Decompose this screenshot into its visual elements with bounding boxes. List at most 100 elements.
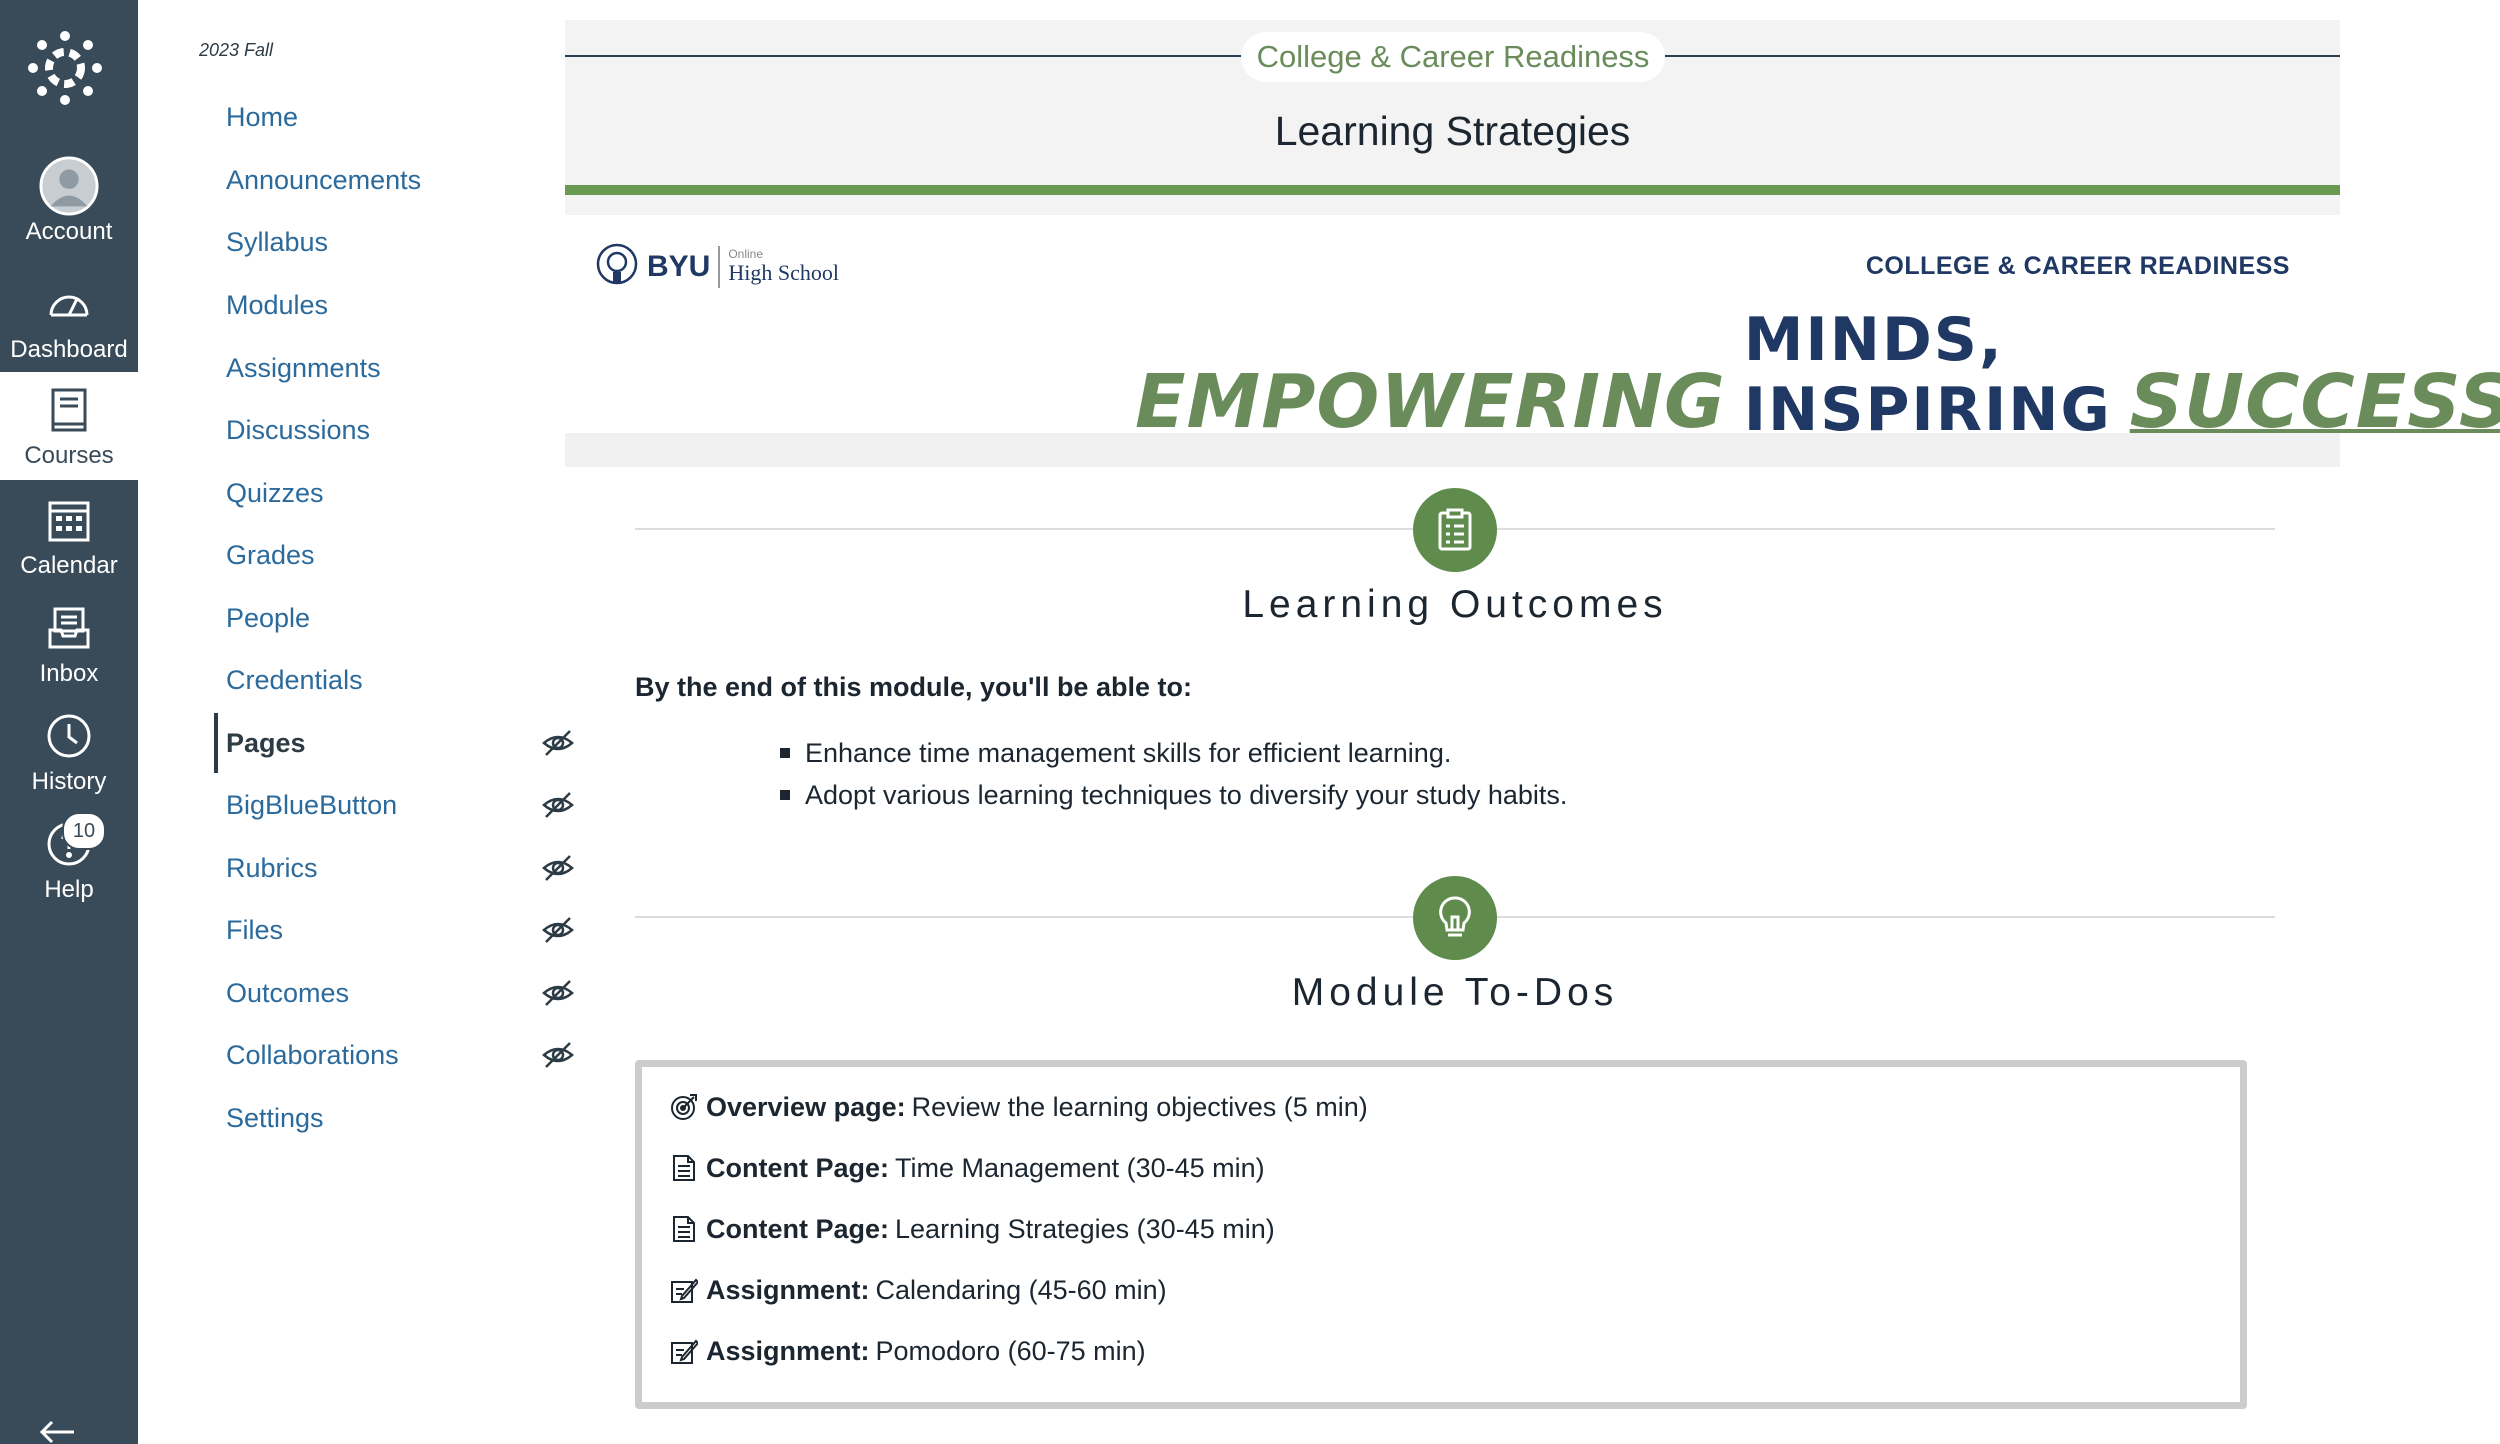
hidden-eye-icon — [542, 917, 574, 943]
course-nav-label: BigBlueButton — [226, 789, 398, 820]
logo-high-school-text: High School — [728, 260, 839, 285]
logo-byu-text: BYU — [647, 250, 711, 283]
hidden-eye-icon — [542, 792, 574, 818]
logo-separator — [718, 246, 721, 288]
target-icon — [671, 1094, 697, 1120]
global-nav-label: History — [31, 768, 107, 795]
course-nav-discussions[interactable]: Discussions — [178, 405, 468, 455]
logo-hs-block: Online High School — [728, 248, 839, 286]
lightbulb-icon — [1413, 876, 1497, 960]
course-nav-pages[interactable]: Pages — [178, 713, 574, 773]
todo-item-text: Learning Strategies (30-45 min) — [895, 1213, 1275, 1244]
global-nav-dashboard[interactable]: Dashboard — [0, 266, 138, 374]
course-nav-outcomes[interactable]: Outcomes — [178, 968, 574, 1018]
course-nav-label: Quizzes — [226, 477, 324, 508]
global-nav-account[interactable]: Account — [0, 148, 138, 256]
course-nav-modules[interactable]: Modules — [178, 280, 468, 330]
global-nav-courses[interactable]: Courses — [0, 372, 138, 480]
dashboard-icon — [39, 274, 99, 334]
course-nav-announcements[interactable]: Announcements — [178, 155, 468, 205]
course-nav-quizzes[interactable]: Quizzes — [178, 468, 468, 518]
course-nav-label: Announcements — [226, 164, 422, 195]
course-nav-label: Credentials — [226, 664, 363, 695]
course-nav-label: Settings — [226, 1102, 324, 1133]
edit-assignment-icon — [671, 1278, 698, 1303]
lightbulb-logo-icon — [596, 243, 638, 285]
hidden-eye-icon — [542, 730, 574, 756]
global-nav-label: Account — [25, 218, 113, 245]
help-notification-badge: 10 — [62, 812, 106, 850]
document-icon — [673, 1155, 695, 1181]
course-nav-label: Outcomes — [226, 977, 350, 1008]
course-nav-grades[interactable]: Grades — [178, 530, 468, 580]
global-nav-history[interactable]: History — [0, 698, 138, 806]
course-nav-label: Assignments — [226, 352, 381, 383]
global-nav-calendar[interactable]: Calendar — [0, 482, 138, 590]
hidden-eye-icon — [542, 1042, 574, 1068]
edit-assignment-icon — [671, 1339, 698, 1364]
learning-outcomes-header: Learning Outcomes — [635, 488, 2275, 628]
course-nav-files[interactable]: Files — [178, 905, 574, 955]
clipboard-list-icon — [1413, 488, 1497, 572]
global-nav-inbox[interactable]: Inbox — [0, 590, 138, 698]
courses-icon — [39, 380, 99, 440]
banner-accent-bar — [565, 185, 2340, 195]
tagline-success: SUCCESS — [2129, 359, 2500, 445]
course-nav-home[interactable]: Home — [178, 92, 468, 142]
todo-item-time-management[interactable]: Content Page: Time Management (30-45 min… — [670, 1143, 1265, 1193]
todo-item-label: Overview page: — [706, 1091, 906, 1122]
todo-item-pomodoro[interactable]: Assignment: Pomodoro (60-75 min) — [670, 1326, 1146, 1376]
logo-online-text: Online — [728, 247, 764, 261]
course-nav-label: Grades — [226, 539, 315, 570]
collapse-nav-arrow-icon[interactable] — [38, 1420, 78, 1444]
todo-item-label: Content Page: — [706, 1152, 890, 1183]
hero-course-label: COLLEGE & CAREER READINESS — [1865, 252, 2290, 280]
todo-item-label: Assignment: — [706, 1335, 870, 1366]
course-nav-rubrics[interactable]: Rubrics — [178, 843, 574, 893]
global-nav-label: Courses — [24, 442, 114, 469]
todo-item-overview[interactable]: Overview page: Review the learning objec… — [670, 1082, 1368, 1132]
history-icon — [39, 706, 99, 766]
course-nav-label: People — [226, 602, 311, 633]
document-icon — [673, 1216, 695, 1242]
course-nav-label: Syllabus — [226, 226, 329, 257]
inbox-icon — [39, 598, 99, 658]
global-nav-label: Dashboard — [10, 336, 128, 363]
hero-tagline: EMPOWERING MINDS, INSPIRING SUCCESS — [1135, 305, 2500, 445]
todo-item-learning-strategies[interactable]: Content Page: Learning Strategies (30-45… — [670, 1204, 1275, 1254]
todo-item-text: Calendaring (45-60 min) — [875, 1274, 1167, 1305]
course-nav-credentials[interactable]: Credentials — [178, 655, 468, 705]
global-nav-label: Help — [44, 876, 94, 903]
course-nav-label: Discussions — [226, 414, 371, 445]
todo-item-calendaring[interactable]: Assignment: Calendaring (45-60 min) — [670, 1265, 1167, 1315]
module-todos-title: Module To-Dos — [1291, 971, 1619, 1014]
todo-item-text: Time Management (30-45 min) — [895, 1152, 1265, 1183]
module-todos-box: Overview page: Review the learning objec… — [635, 1060, 2247, 1409]
todo-item-text: Review the learning objectives (5 min) — [911, 1091, 1368, 1122]
list-item: Enhance time management skills for effic… — [780, 732, 1567, 774]
course-nav-people[interactable]: People — [178, 593, 468, 643]
course-nav-label: Rubrics — [226, 852, 318, 883]
course-nav-collaborations[interactable]: Collaborations — [178, 1030, 574, 1080]
todo-item-text: Pomodoro (60-75 min) — [875, 1335, 1146, 1366]
learning-outcomes-title: Learning Outcomes — [1242, 583, 1668, 626]
course-nav-settings[interactable]: Settings — [178, 1093, 468, 1143]
course-nav-label: Modules — [226, 289, 329, 320]
hidden-eye-icon — [542, 980, 574, 1006]
canvas-logo-icon[interactable] — [27, 30, 103, 106]
course-nav-label: Collaborations — [226, 1039, 399, 1070]
hidden-eye-icon — [542, 855, 574, 881]
page-banner: College & Career Readiness Learning Stra… — [565, 20, 2340, 215]
global-nav-label: Inbox — [39, 660, 99, 687]
tagline-empowering: EMPOWERING — [1135, 359, 1726, 445]
global-nav-help[interactable]: 10 Help — [0, 806, 138, 914]
course-nav-assignments[interactable]: Assignments — [178, 343, 468, 393]
course-nav-bigbluebutton[interactable]: BigBlueButton — [178, 780, 574, 830]
byu-online-logo: BYU Online High School — [595, 242, 839, 292]
course-nav-syllabus[interactable]: Syllabus — [178, 217, 468, 267]
todo-item-label: Content Page: — [706, 1213, 890, 1244]
tagline-minds-inspiring: MINDS, INSPIRING — [1743, 305, 2112, 445]
page-title: Learning Strategies — [1274, 108, 1631, 154]
todo-item-label: Assignment: — [706, 1274, 870, 1305]
outcomes-list: Enhance time management skills for effic… — [780, 732, 1567, 816]
